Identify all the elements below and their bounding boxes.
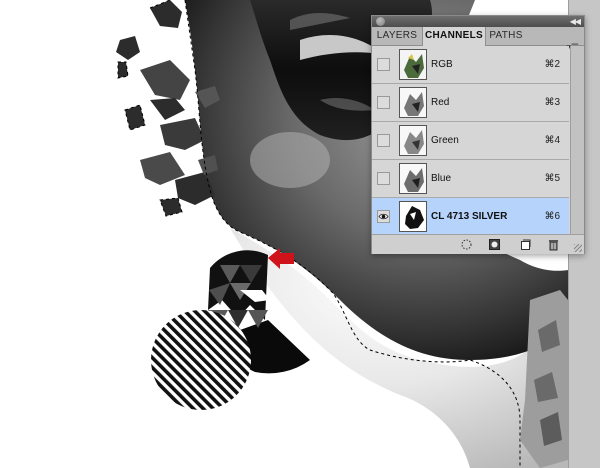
channel-thumbnail [399, 125, 427, 156]
tab-paths[interactable]: PATHS [484, 27, 528, 45]
channel-row-rgb[interactable]: RGB ⌘2 [372, 46, 569, 84]
collapse-icon[interactable]: ◀◀ [570, 16, 581, 27]
channel-name: Blue [431, 173, 452, 184]
channel-name: CL 4713 SILVER [431, 211, 508, 222]
channel-thumbnail [399, 163, 427, 194]
resize-grip-icon[interactable] [574, 244, 582, 252]
tab-channels[interactable]: CHANNELS [422, 27, 486, 46]
channel-thumbnail [399, 201, 427, 232]
new-channel-icon[interactable] [519, 238, 532, 251]
channel-row-blue[interactable]: Blue ⌘5 [372, 160, 569, 198]
channel-shortcut: ⌘4 [544, 135, 560, 146]
visibility-toggle[interactable] [377, 96, 390, 109]
visibility-toggle[interactable] [377, 210, 390, 223]
channel-shortcut: ⌘3 [544, 97, 560, 108]
close-icon[interactable] [376, 17, 385, 26]
load-selection-icon[interactable] [460, 238, 473, 251]
channel-shortcut: ⌘2 [544, 59, 560, 70]
channel-row-cl-4713-silver[interactable]: CL 4713 SILVER ⌘6 [372, 198, 569, 236]
channels-panel: ◀◀ LAYERS CHANNELS PATHS ▾☰ RGB ⌘2 Red ⌘… [371, 15, 585, 254]
channel-name: Red [431, 97, 450, 108]
visibility-toggle[interactable] [377, 58, 390, 71]
channel-shortcut: ⌘5 [544, 173, 560, 184]
channel-row-red[interactable]: Red ⌘3 [372, 84, 569, 122]
striped-circle-graphic [151, 310, 251, 410]
visibility-toggle[interactable] [377, 172, 390, 185]
channel-row-green[interactable]: Green ⌘4 [372, 122, 569, 160]
panel-titlebar[interactable]: ◀◀ [372, 16, 584, 27]
save-selection-icon[interactable] [488, 238, 501, 251]
panel-footer [372, 234, 584, 254]
visibility-toggle[interactable] [377, 134, 390, 147]
channel-shortcut: ⌘6 [544, 211, 560, 222]
channel-name: Green [431, 135, 459, 146]
panel-tab-bar: LAYERS CHANNELS PATHS ▾☰ [372, 27, 584, 52]
eye-icon [378, 213, 389, 220]
panel-scrollbar[interactable] [570, 46, 584, 234]
tab-layers[interactable]: LAYERS [372, 27, 422, 45]
channel-name: RGB [431, 59, 453, 70]
channel-thumbnail [399, 49, 427, 80]
trash-icon[interactable] [547, 238, 560, 251]
channel-thumbnail [399, 87, 427, 118]
